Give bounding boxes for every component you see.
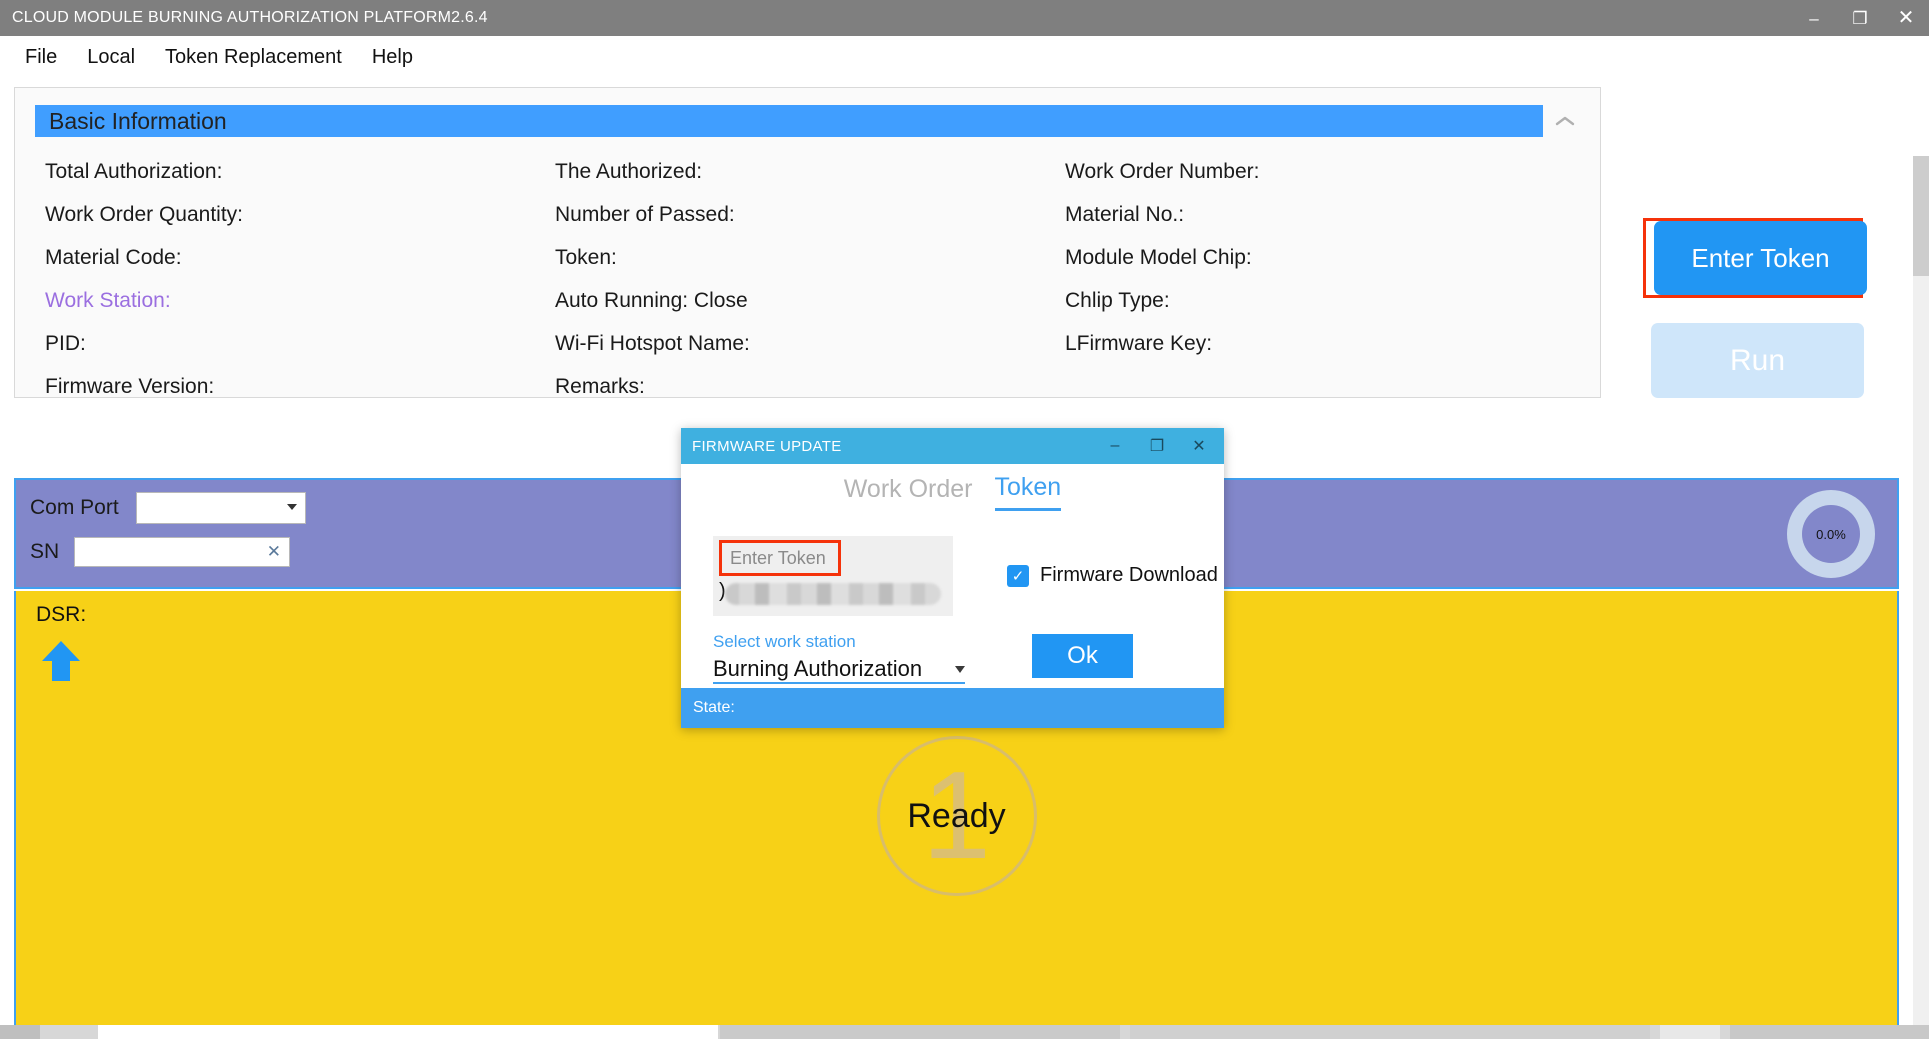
restore-button[interactable]: ❐	[1837, 0, 1883, 36]
select-work-station-value: Burning Authorization	[713, 656, 923, 681]
minimize-button[interactable]: –	[1791, 0, 1837, 36]
firmware-download-label: Firmware Download	[1040, 564, 1218, 586]
enter-token-input[interactable]: Enter Token )	[713, 536, 953, 616]
scrollbar-thumb[interactable]	[1913, 156, 1929, 276]
com-port-select[interactable]	[136, 492, 306, 524]
field-the-authorized: The Authorized:	[555, 160, 703, 183]
field-wifi-hotspot-name: Wi-Fi Hotspot Name:	[555, 332, 750, 355]
field-material-code: Material Code:	[45, 246, 182, 269]
field-work-station: Work Station:	[45, 289, 171, 312]
comport-row: Com Port	[30, 492, 306, 524]
dialog-state-bar: State:	[681, 688, 1224, 728]
run-button[interactable]: Run	[1651, 323, 1864, 398]
field-chlip-type: Chlip Type:	[1065, 289, 1170, 312]
sn-row: SN ✕	[30, 537, 290, 567]
field-token: Token:	[555, 246, 617, 269]
dialog-window-controls: – ❐ ✕	[1094, 428, 1220, 464]
menu-item-help[interactable]: Help	[357, 42, 428, 73]
dialog-title: FIRMWARE UPDATE	[692, 437, 842, 455]
enter-token-annotation: Enter Token	[1643, 218, 1867, 298]
field-auto-running: Auto Running: Close	[555, 289, 748, 312]
field-total-authorization: Total Authorization:	[45, 160, 223, 183]
basic-information-card: Basic Information Total Authorization: T…	[14, 87, 1601, 398]
ok-button[interactable]: Ok	[1032, 634, 1133, 678]
firmware-download-checkbox[interactable]: ✓	[1007, 564, 1029, 587]
tab-token[interactable]: Token	[994, 473, 1062, 511]
field-material-no: Material No.:	[1065, 203, 1185, 226]
basic-information-title: Basic Information	[49, 107, 227, 134]
field-remarks: Remarks:	[555, 375, 645, 398]
firmware-download-checkbox-row[interactable]: ✓ Firmware Download	[1007, 564, 1218, 587]
firmware-update-dialog: FIRMWARE UPDATE – ❐ ✕ Work Order Token E…	[681, 428, 1224, 728]
taskbar-segment[interactable]	[720, 1025, 1120, 1039]
menu-item-file[interactable]: File	[10, 42, 72, 73]
menu-item-token-replacement[interactable]: Token Replacement	[150, 42, 357, 73]
select-work-station-block: Select work station Burning Authorizatio…	[713, 632, 965, 684]
field-empty	[1065, 365, 1565, 408]
dialog-state-label: State:	[693, 699, 735, 716]
field-work-order-number: Work Order Number:	[1065, 160, 1260, 183]
chevron-down-icon	[955, 666, 965, 673]
field-firmware-version: Firmware Version:	[45, 375, 215, 398]
progress-donut: 0.0%	[1787, 490, 1875, 578]
window-controls: – ❐ ✕	[1791, 0, 1929, 36]
dialog-close-button[interactable]: ✕	[1178, 428, 1220, 464]
dialog-tabs: Work Order Token	[681, 464, 1224, 514]
station-ready-indicator: 1 Ready	[876, 736, 1037, 896]
taskbar-segment[interactable]	[1730, 1025, 1929, 1039]
sn-input[interactable]: ✕	[74, 537, 290, 567]
progress-value: 0.0%	[1802, 505, 1860, 563]
window-title: CLOUD MODULE BURNING AUTHORIZATION PLATF…	[12, 9, 488, 26]
taskbar[interactable]	[0, 1025, 1929, 1039]
menu-bar: File Local Token Replacement Help	[0, 36, 1929, 78]
dialog-maximize-button[interactable]: ❐	[1136, 428, 1178, 464]
select-work-station-label: Select work station	[713, 632, 856, 651]
field-pid: PID:	[45, 332, 86, 355]
chevron-down-icon	[287, 504, 297, 510]
window-titlebar: CLOUD MODULE BURNING AUTHORIZATION PLATF…	[0, 0, 1929, 36]
arrow-up-icon	[40, 639, 82, 683]
field-module-model-chip: Module Model Chip:	[1065, 246, 1252, 269]
field-lfirmware-key: LFirmware Key:	[1065, 332, 1213, 355]
basic-information-header: Basic Information	[35, 105, 1543, 137]
taskbar-segment[interactable]	[1130, 1025, 1650, 1039]
chevron-up-icon[interactable]	[1552, 108, 1578, 134]
taskbar-segment[interactable]	[98, 1025, 718, 1039]
close-button[interactable]: ✕	[1883, 0, 1929, 36]
select-work-station-dropdown[interactable]: Burning Authorization	[713, 652, 965, 684]
enter-token-label-annotation: Enter Token	[719, 540, 841, 576]
enter-token-placeholder: Enter Token	[730, 547, 826, 568]
field-work-order-quantity: Work Order Quantity:	[45, 203, 244, 226]
token-value-redacted	[725, 583, 941, 605]
field-number-of-passed: Number of Passed:	[555, 203, 735, 226]
enter-token-button[interactable]: Enter Token	[1654, 221, 1867, 295]
com-port-label: Com Port	[30, 496, 119, 519]
dialog-body: Enter Token ) ✓ Firmware Download Select…	[681, 514, 1224, 684]
dialog-minimize-button[interactable]: –	[1094, 428, 1136, 464]
sn-label: SN	[30, 540, 60, 563]
menu-item-local[interactable]: Local	[72, 42, 150, 73]
clear-icon[interactable]: ✕	[267, 542, 281, 562]
ready-status-text: Ready	[907, 796, 1006, 835]
dialog-titlebar: FIRMWARE UPDATE – ❐ ✕	[681, 428, 1224, 464]
basic-information-grid: Total Authorization: The Authorized: Wor…	[45, 150, 1565, 408]
dsr-label: DSR:	[36, 603, 87, 626]
tab-work-order[interactable]: Work Order	[844, 475, 973, 510]
taskbar-segment[interactable]	[0, 1025, 40, 1039]
main-work-area: Basic Information Total Authorization: T…	[0, 78, 1929, 1039]
vertical-scrollbar[interactable]	[1913, 156, 1929, 1039]
taskbar-segment[interactable]	[1660, 1025, 1720, 1039]
